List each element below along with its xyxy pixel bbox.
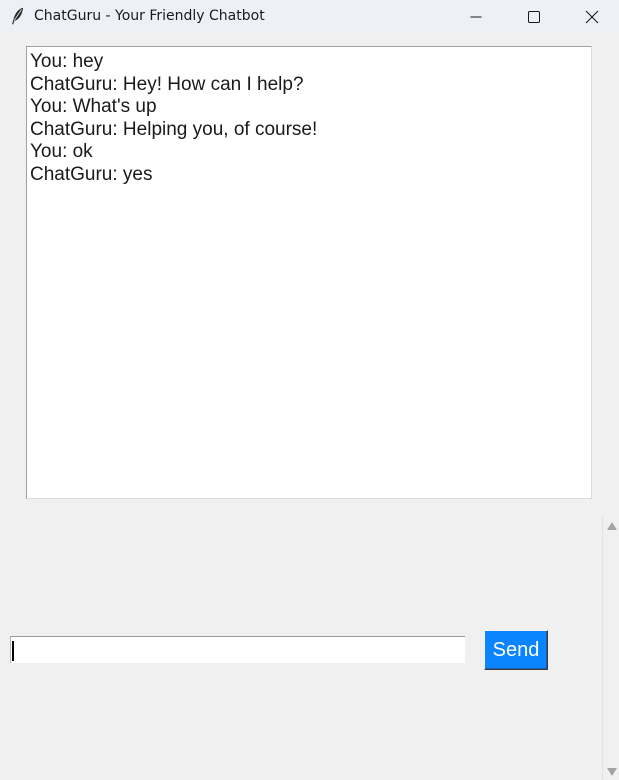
chat-message: You: ok: [30, 141, 93, 162]
maximize-icon: [528, 10, 540, 23]
scroll-down-arrow-icon[interactable]: [607, 768, 617, 776]
minimize-icon: [470, 16, 482, 17]
vertical-scrollbar[interactable]: [602, 516, 619, 780]
chat-message: ChatGuru: Helping you, of course!: [30, 118, 318, 140]
scroll-up-arrow-icon[interactable]: [607, 522, 617, 530]
chat-message: You: hey: [30, 51, 104, 72]
close-button[interactable]: [563, 0, 619, 33]
minimize-button[interactable]: [447, 0, 505, 33]
message-input[interactable]: [10, 636, 465, 663]
maximize-button[interactable]: [505, 0, 563, 33]
window-title: ChatGuru - Your Friendly Chatbot: [34, 8, 265, 24]
text-caret: [12, 641, 14, 661]
feather-icon: [12, 7, 23, 25]
chat-message: ChatGuru: yes: [30, 163, 153, 185]
app-window: ChatGuru - Your Friendly Chatbot You: he…: [0, 0, 619, 780]
chat-log[interactable]: You: hey ChatGuru: Hey! How can I help? …: [26, 46, 592, 499]
chat-message: ChatGuru: Hey! How can I help?: [30, 73, 304, 95]
title-bar[interactable]: ChatGuru - Your Friendly Chatbot: [0, 0, 619, 33]
close-icon: [585, 10, 599, 23]
chat-message: You: What's up: [30, 96, 157, 117]
send-button[interactable]: Send: [484, 630, 548, 670]
